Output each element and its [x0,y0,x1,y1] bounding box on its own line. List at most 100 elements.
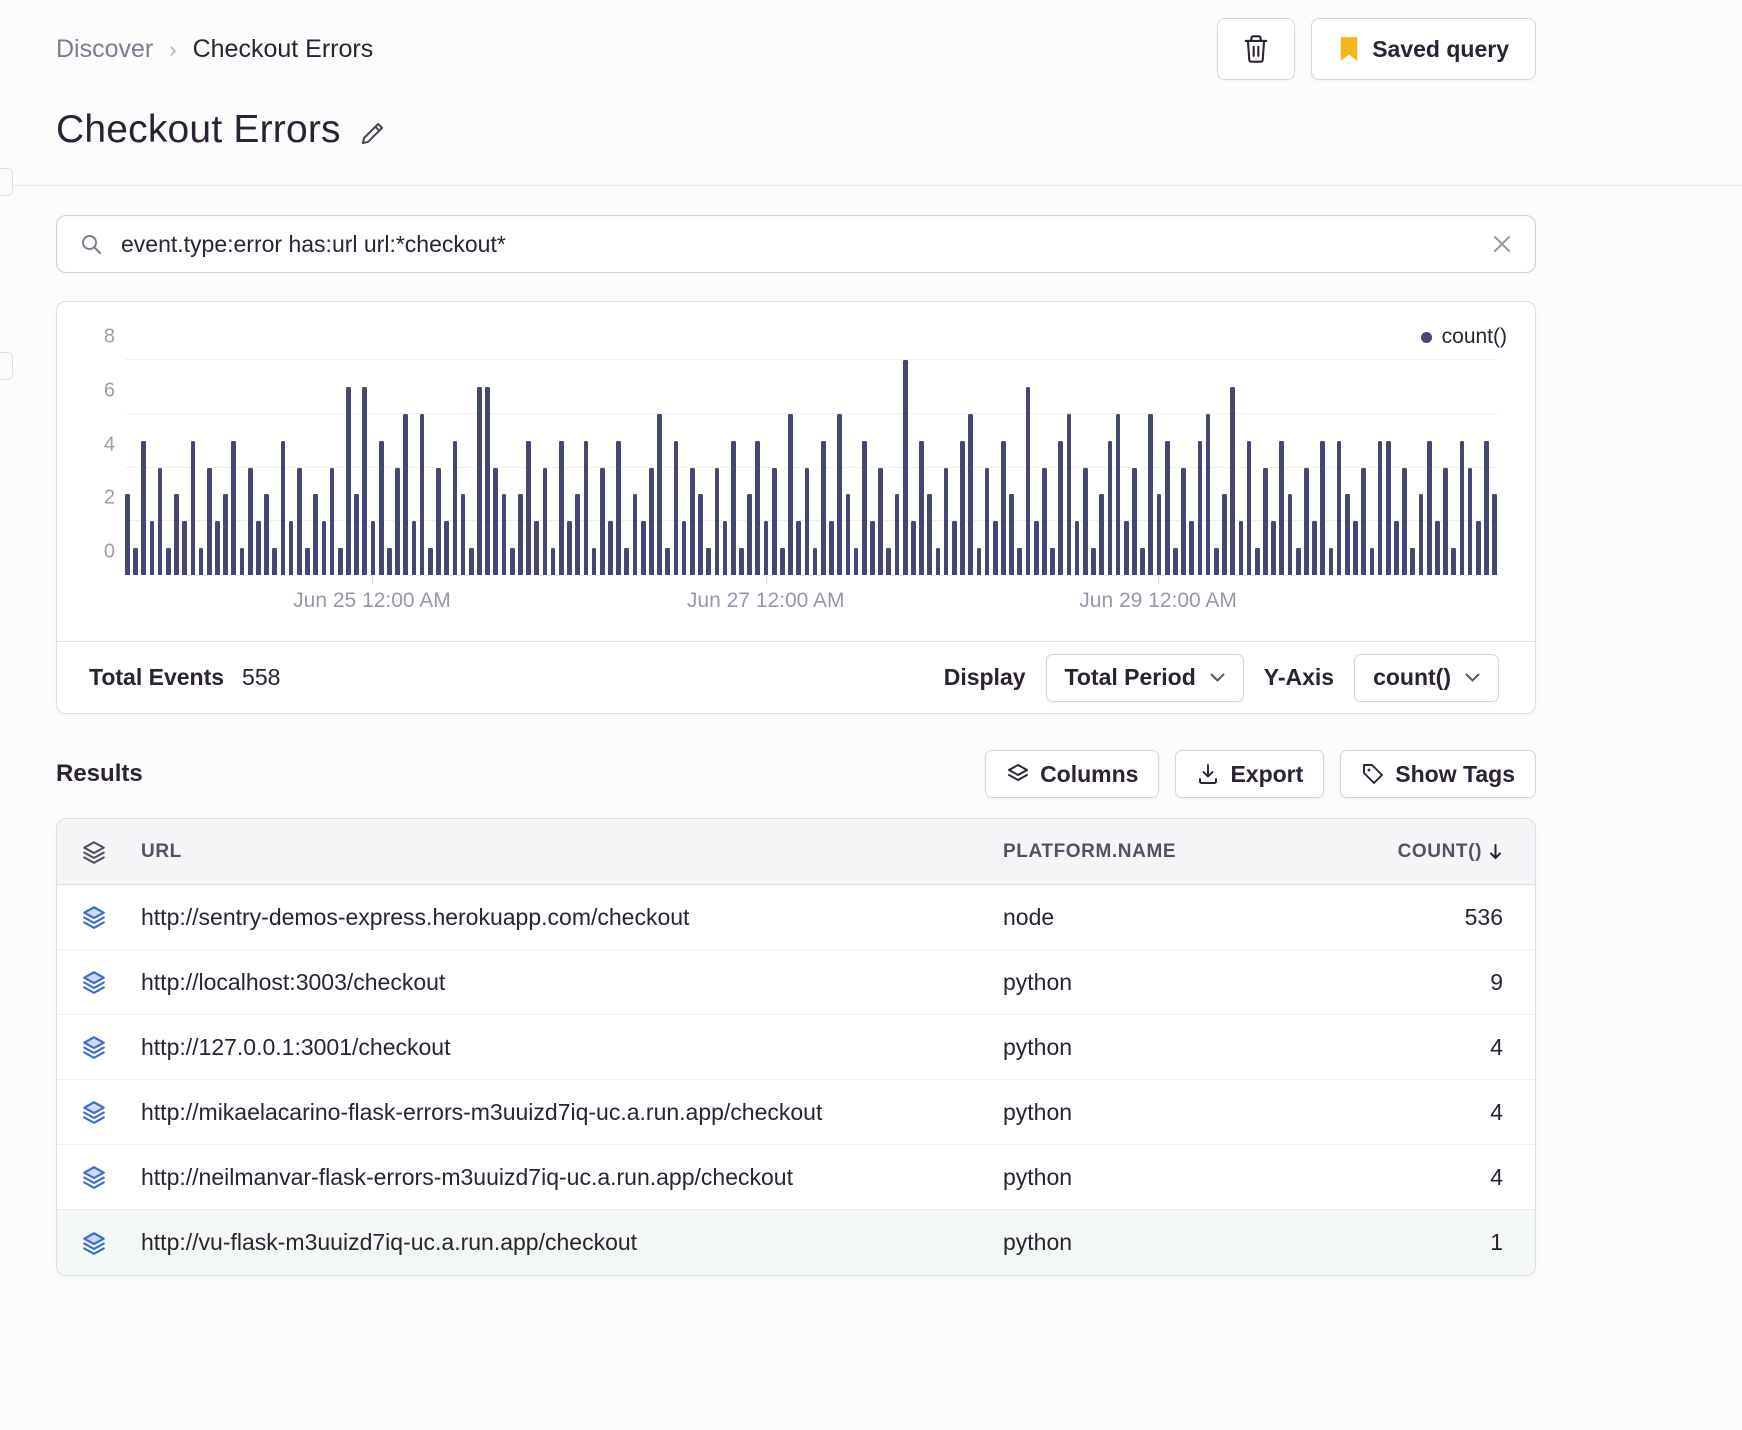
column-header-count[interactable]: COUNT() [1303,841,1503,863]
table-row[interactable]: http://neilmanvar-flask-errors-m3uuizd7i… [57,1145,1535,1210]
table-row[interactable]: http://sentry-demos-express.herokuapp.co… [57,885,1535,950]
chart-bar [1140,548,1145,575]
table-row[interactable]: http://127.0.0.1:3001/checkout python 4 [57,1015,1535,1080]
chart-bar [1197,440,1203,575]
chart-bar [1475,521,1481,575]
chart-bar [460,494,466,575]
chart-bar [280,440,286,575]
chart-bar [485,386,490,575]
show-tags-button[interactable]: Show Tags [1340,750,1536,798]
edit-title-pencil-icon[interactable] [359,120,386,147]
chart-bar [911,521,916,575]
chart-bar [624,548,630,575]
breadcrumb-discover[interactable]: Discover [56,35,153,64]
trash-icon [1242,34,1270,64]
results-title: Results [56,760,143,787]
chart-bar [264,494,269,575]
sidebar-collapse-handle[interactable] [0,168,13,196]
chart-bar [902,360,908,575]
row-layers-icon[interactable] [81,1099,141,1125]
search-icon [79,232,103,256]
row-layers-icon[interactable] [81,904,141,930]
chart-bar [747,494,752,575]
columns-icon [1006,762,1030,786]
chart-bar [190,440,196,575]
export-button-label: Export [1230,760,1304,787]
row-url[interactable]: http://sentry-demos-express.herokuapp.co… [141,904,1003,931]
row-url[interactable]: http://mikaelacarino-flask-errors-m3uuiz… [141,1099,1003,1126]
chart-bar [370,521,376,575]
breadcrumb-current-page: Checkout Errors [192,34,374,63]
row-count: 9 [1490,968,1503,995]
row-layers-icon[interactable] [81,1164,141,1190]
clear-search-icon[interactable] [1491,233,1513,255]
total-events-label: Total Events [89,664,225,690]
row-url[interactable]: http://vu-flask-m3uuizd7iq-uc.a.run.app/… [141,1229,1003,1256]
chart-bar [608,521,613,575]
row-url[interactable]: http://localhost:3003/checkout [141,969,1003,996]
chart-bar [215,521,220,575]
chart-bar [780,548,785,575]
chart-bar [1050,548,1055,575]
chart-bar [1123,521,1129,575]
delete-query-button[interactable] [1217,18,1296,80]
columns-button[interactable]: Columns [985,750,1160,798]
row-url[interactable]: http://neilmanvar-flask-errors-m3uuizd7i… [141,1164,1003,1191]
tag-icon [1361,762,1385,786]
column-header-url[interactable]: URL [141,841,1003,863]
chart-legend[interactable]: count() [1420,325,1507,349]
chart-bar [1394,521,1399,575]
y-axis-dropdown[interactable]: count() [1354,653,1499,702]
chart-bar [1377,440,1383,575]
header-layers-icon[interactable] [81,839,141,865]
display-dropdown[interactable]: Total Period [1045,653,1244,702]
chart-bar [141,440,147,575]
chart-bar [1246,440,1252,575]
chart-bar [1025,386,1031,575]
chart-bar [1484,440,1489,575]
chart-bar [837,413,842,575]
page-title: Checkout Errors [56,108,341,151]
column-header-platform[interactable]: PLATFORM.NAME [1003,841,1303,863]
chart-bar [632,494,638,575]
chart-bar [665,548,671,575]
chart-bar [1263,467,1268,575]
saved-query-button[interactable]: Saved query [1311,18,1536,80]
row-url[interactable]: http://127.0.0.1:3001/checkout [141,1034,1003,1061]
chart-bar [1410,548,1416,575]
chart-bar [1467,467,1473,575]
row-layers-icon[interactable] [81,1034,141,1060]
chart-bar [337,548,343,575]
chart-bar [706,548,711,575]
chart-bar [730,440,736,575]
chart-bar [477,386,482,575]
row-layers-icon[interactable] [81,1230,141,1256]
sidebar-collapse-handle-2[interactable] [0,352,13,380]
chart-bar [722,521,728,575]
table-row[interactable]: http://mikaelacarino-flask-errors-m3uuiz… [57,1080,1535,1145]
chart-bar [501,494,507,575]
chart-bar [1230,386,1235,575]
row-layers-icon[interactable] [81,969,141,995]
x-axis-tick [371,575,373,584]
chart-bar [968,413,973,575]
chart-bar [1082,467,1088,575]
chart-bar [992,521,998,575]
chart-bar [288,521,294,575]
chart-bar [583,440,589,575]
table-row[interactable]: http://vu-flask-m3uuizd7iq-uc.a.run.app/… [57,1210,1535,1275]
chart-bar [1287,494,1293,575]
chart-bar [1435,521,1440,575]
table-row[interactable]: http://localhost:3003/checkout python 9 [57,950,1535,1015]
total-events-value: 558 [242,664,281,690]
y-axis-label: Y-Axis [1263,664,1335,690]
export-button[interactable]: Export [1175,750,1325,798]
chevron-down-icon [1465,673,1480,682]
chart-bar [133,548,138,575]
chart-bar [820,440,826,575]
search-input[interactable] [119,229,1491,259]
chart-bar [878,467,883,575]
row-count: 1 [1490,1229,1503,1255]
chart-bar [1385,440,1391,575]
chart-bar [575,494,580,575]
